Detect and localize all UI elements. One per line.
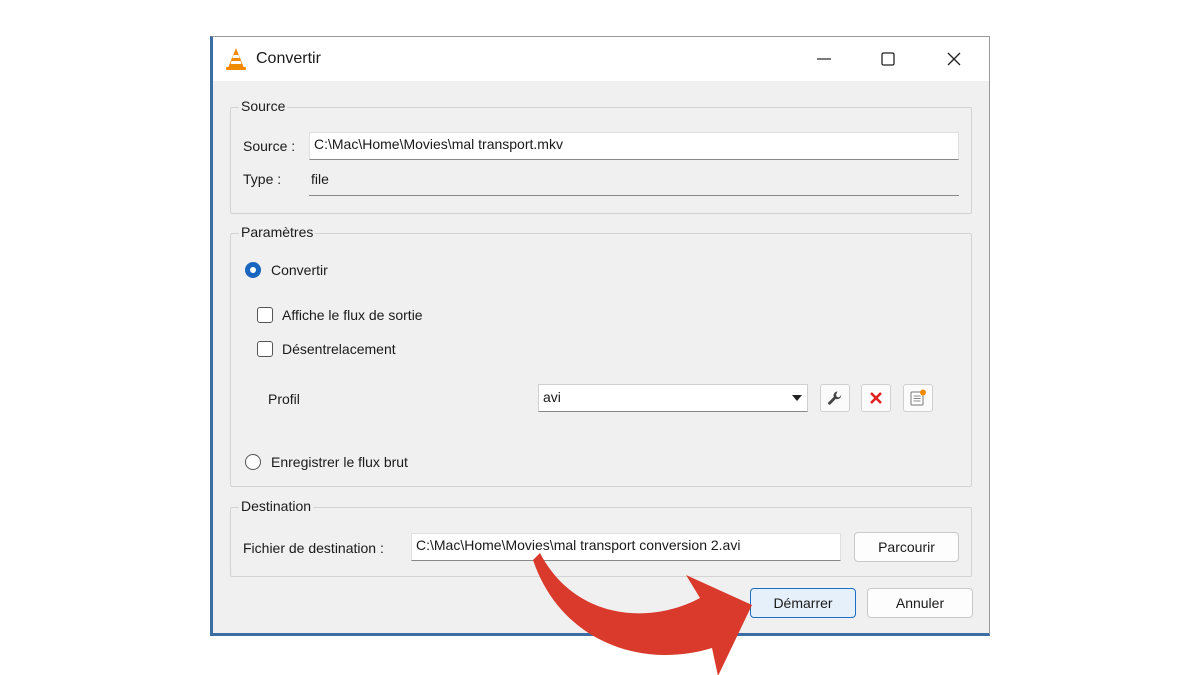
dropdown-arrow-icon: [792, 395, 802, 401]
close-icon: [947, 52, 961, 66]
deinterlace-checkbox[interactable]: [257, 341, 273, 357]
deinterlace-label[interactable]: Désentrelacement: [282, 341, 396, 357]
source-group-title: Source: [239, 98, 288, 114]
destination-group-title: Destination: [239, 498, 314, 514]
title-bar[interactable]: Convertir: [213, 37, 989, 81]
convert-radio-label[interactable]: Convertir: [271, 262, 328, 278]
close-button[interactable]: [931, 37, 977, 81]
wrench-icon: [828, 391, 842, 405]
browse-button[interactable]: Parcourir: [854, 532, 959, 562]
source-group: Source Source : C:\Mac\Home\Movies\mal t…: [230, 98, 972, 214]
convert-radio[interactable]: [245, 262, 261, 278]
profile-label: Profil: [268, 391, 300, 407]
minimize-button[interactable]: [801, 37, 847, 81]
raw-stream-label[interactable]: Enregistrer le flux brut: [271, 454, 408, 470]
destination-path-field[interactable]: C:\Mac\Home\Movies\mal transport convers…: [411, 533, 841, 561]
parameters-group-title: Paramètres: [239, 224, 316, 240]
destination-group: Destination Fichier de destination : C:\…: [230, 498, 972, 577]
type-underline: [309, 195, 959, 196]
new-profile-icon: [910, 389, 926, 406]
cancel-button[interactable]: Annuler: [867, 588, 973, 618]
edit-profile-button[interactable]: [820, 384, 850, 412]
type-label: Type :: [243, 171, 282, 187]
type-value: file: [311, 171, 329, 187]
raw-stream-radio[interactable]: [245, 454, 261, 470]
maximize-icon: [881, 52, 895, 66]
start-button[interactable]: Démarrer: [750, 588, 856, 618]
new-profile-button[interactable]: [903, 384, 933, 412]
destination-label: Fichier de destination :: [243, 540, 384, 556]
delete-icon: [870, 392, 882, 404]
profile-select[interactable]: avi: [538, 384, 808, 412]
show-output-checkbox[interactable]: [257, 307, 273, 323]
minimize-icon: [817, 58, 831, 60]
maximize-button[interactable]: [865, 37, 911, 81]
source-path-field[interactable]: C:\Mac\Home\Movies\mal transport.mkv: [309, 132, 959, 160]
convert-dialog: Convertir Source Source : C:\Mac\Home\Mo…: [210, 36, 990, 636]
vlc-cone-icon: [226, 48, 246, 70]
show-output-label[interactable]: Affiche le flux de sortie: [282, 307, 423, 323]
window-title: Convertir: [256, 50, 321, 67]
delete-profile-button[interactable]: [861, 384, 891, 412]
source-label: Source :: [243, 138, 296, 154]
parameters-group: Paramètres Convertir Affiche le flux de …: [230, 224, 972, 487]
profile-select-value: avi: [543, 389, 561, 405]
